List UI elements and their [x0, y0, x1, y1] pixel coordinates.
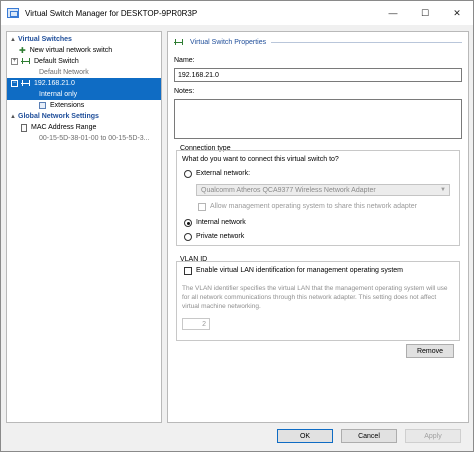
default-switch-label: Default Switch — [34, 58, 79, 65]
virtual-switches-heading: Virtual Switches — [18, 36, 72, 43]
virtual-switch-icon — [21, 80, 30, 87]
properties-title: Virtual Switch Properties — [190, 39, 267, 46]
properties-header: Virtual Switch Properties — [174, 39, 462, 46]
private-network-label: Private network — [196, 233, 245, 240]
mac-range-value: 00-15-5D-38-01-00 to 00-15-5D-3... — [39, 135, 150, 142]
tree-item-new-switch[interactable]: ✚ New virtual network switch — [7, 45, 161, 56]
cancel-button[interactable]: Cancel — [341, 429, 397, 443]
switch-manager-app-icon — [7, 8, 19, 18]
window-controls: — ☐ ✕ — [377, 1, 473, 25]
name-field[interactable]: 192.168.21.0 — [174, 68, 462, 82]
virtual-switch-icon — [21, 58, 30, 65]
expand-icon[interactable]: + — [11, 58, 18, 65]
apply-button[interactable]: Apply — [405, 429, 461, 443]
window-title: Virtual Switch Manager for DESKTOP-9PR0R… — [25, 8, 198, 18]
selected-switch-type: Internal only — [39, 91, 78, 98]
new-switch-icon: ✚ — [19, 46, 26, 55]
switch-properties-pane: Virtual Switch Properties Name: 192.168.… — [167, 31, 469, 423]
mac-range-label: MAC Address Range — [31, 124, 97, 131]
virtual-switch-manager-window: Virtual Switch Manager for DESKTOP-9PR0R… — [0, 0, 474, 452]
tree-section-global-settings[interactable]: ▲ Global Network Settings — [7, 111, 161, 122]
tree-item-mac-range[interactable]: MAC Address Range — [7, 122, 161, 133]
vlan-id-field[interactable]: 2 — [182, 318, 210, 330]
notes-label: Notes: — [174, 88, 195, 95]
minimize-icon[interactable]: — — [377, 1, 409, 25]
external-network-label: External network: — [196, 170, 251, 177]
tree-item-mac-range-sub[interactable]: 00-15-5D-38-01-00 to 00-15-5D-3... — [7, 133, 161, 144]
tree-item-default-switch[interactable]: + Default Switch — [7, 56, 161, 67]
maximize-icon[interactable]: ☐ — [409, 1, 441, 25]
default-switch-type: Default Network — [39, 69, 89, 76]
extensions-label: Extensions — [50, 102, 85, 109]
allow-mgmt-label: Allow management operating system to sha… — [210, 203, 417, 210]
network-adapter-value: Qualcomm Atheros QCA9377 Wireless Networ… — [201, 186, 376, 194]
name-label: Name: — [174, 57, 195, 64]
collapse-icon[interactable]: − — [11, 80, 18, 87]
header-divider — [271, 42, 462, 43]
vlan-description: The VLAN identifier specifies the virtua… — [182, 285, 448, 310]
ok-button[interactable]: OK — [277, 429, 333, 443]
external-network-radio[interactable] — [184, 170, 192, 178]
private-network-radio[interactable] — [184, 233, 192, 241]
extensions-icon — [39, 102, 46, 109]
allow-mgmt-checkbox[interactable] — [198, 203, 206, 211]
selected-switch-label: 192.168.21.0 — [34, 80, 75, 87]
enable-vlan-label: Enable virtual LAN identification for ma… — [196, 267, 403, 274]
global-settings-heading: Global Network Settings — [18, 113, 99, 120]
connection-type-group — [176, 150, 460, 246]
title-bar[interactable]: Virtual Switch Manager for DESKTOP-9PR0R… — [1, 1, 473, 25]
collapse-caret-icon[interactable]: ▲ — [10, 37, 18, 43]
tree-item-selected-switch[interactable]: − 192.168.21.0 — [7, 78, 161, 89]
connection-question: What do you want to connect this virtual… — [182, 156, 339, 163]
notes-field[interactable] — [174, 99, 462, 139]
mac-address-icon — [21, 123, 27, 132]
switch-tree-pane: ▲ Virtual Switches ✚ New virtual network… — [6, 31, 162, 423]
tree-item-extensions[interactable]: Extensions — [7, 100, 161, 111]
remove-button[interactable]: Remove — [406, 344, 454, 358]
enable-vlan-checkbox[interactable] — [184, 267, 192, 275]
virtual-switch-icon — [174, 39, 183, 46]
network-adapter-select[interactable]: Qualcomm Atheros QCA9377 Wireless Networ… — [196, 184, 450, 196]
chevron-down-icon: ▼ — [440, 187, 446, 193]
tree-item-selected-switch-sub[interactable]: Internal only — [7, 89, 161, 100]
collapse-caret-icon[interactable]: ▲ — [10, 114, 18, 120]
tree-section-virtual-switches[interactable]: ▲ Virtual Switches — [7, 34, 161, 45]
internal-network-label: Internal network — [196, 219, 246, 226]
tree-item-default-switch-sub[interactable]: Default Network — [7, 67, 161, 78]
new-switch-label: New virtual network switch — [29, 47, 113, 54]
close-icon[interactable]: ✕ — [441, 1, 473, 25]
internal-network-radio[interactable] — [184, 219, 192, 227]
